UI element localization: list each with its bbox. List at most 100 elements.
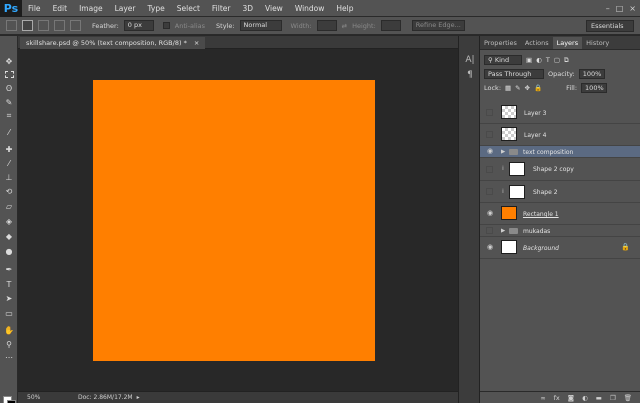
layer-name[interactable]: mukadas xyxy=(523,228,550,235)
add-selection-icon[interactable] xyxy=(38,20,49,31)
layer-row[interactable]: ⁞ Shape 2 copy xyxy=(480,158,640,181)
expand-arrow-icon[interactable]: ▶ xyxy=(501,228,505,234)
menu-layer[interactable]: Layer xyxy=(109,0,142,17)
lock-pixels-icon[interactable]: ✎ xyxy=(515,84,520,92)
dodge-tool-icon[interactable]: ● xyxy=(3,246,15,256)
smart-filter-icon[interactable]: ⧉ xyxy=(564,56,569,65)
layer-name[interactable]: Background xyxy=(523,245,559,252)
visibility-toggle[interactable] xyxy=(486,165,493,173)
width-input[interactable] xyxy=(316,20,337,31)
visibility-toggle[interactable] xyxy=(486,131,493,138)
fill-input[interactable]: 100% xyxy=(581,83,608,93)
eye-icon[interactable]: ◉ xyxy=(486,210,494,217)
layer-name[interactable]: Shape 2 xyxy=(533,189,558,196)
eye-icon[interactable]: ◉ xyxy=(486,148,494,155)
layer-style-icon[interactable]: fx xyxy=(554,394,560,402)
edit-toolbar-icon[interactable]: ⋯ xyxy=(3,352,15,362)
path-select-tool-icon[interactable]: ➤ xyxy=(3,293,15,303)
paragraph-panel-icon[interactable]: ¶ xyxy=(464,69,476,81)
eyedropper-tool-icon[interactable]: ⁄ xyxy=(3,127,15,137)
close-button[interactable]: × xyxy=(629,4,636,13)
type-tool-icon[interactable]: T xyxy=(3,279,15,289)
lock-position-icon[interactable]: ✥ xyxy=(525,84,530,92)
layer-name[interactable]: Shape 2 copy xyxy=(533,166,574,173)
maximize-button[interactable]: □ xyxy=(616,4,624,13)
layer-group-row[interactable]: ▶ mukadas xyxy=(480,225,640,237)
new-layer-icon[interactable]: ❐ xyxy=(610,394,616,402)
blur-tool-icon[interactable]: ◆ xyxy=(3,231,15,241)
menu-help[interactable]: Help xyxy=(330,0,359,17)
filter-kind-select[interactable]: ⚲ Kind xyxy=(484,55,522,65)
swap-icon[interactable]: ⇄ xyxy=(342,22,347,30)
tab-history[interactable]: History xyxy=(582,37,613,49)
height-input[interactable] xyxy=(380,20,401,31)
menu-filter[interactable]: Filter xyxy=(206,0,237,17)
blend-mode-select[interactable]: Pass Through xyxy=(484,69,544,79)
zoom-tool-icon[interactable]: ⚲ xyxy=(3,339,15,349)
feather-input[interactable]: 0 px xyxy=(123,20,154,31)
zoom-level[interactable]: 50% xyxy=(18,394,48,401)
menu-window[interactable]: Window xyxy=(289,0,331,17)
visibility-toggle[interactable] xyxy=(486,188,493,195)
status-arrow-icon[interactable]: ▸ xyxy=(137,394,140,401)
brush-tool-icon[interactable]: ⁄ xyxy=(3,158,15,168)
marquee-tool-icon[interactable] xyxy=(3,69,15,79)
eraser-tool-icon[interactable]: ▱ xyxy=(3,201,15,211)
layer-row[interactable]: ⁞ Shape 2 xyxy=(480,181,640,203)
clone-stamp-tool-icon[interactable]: ⊥ xyxy=(3,172,15,182)
minimize-button[interactable]: – xyxy=(606,4,610,13)
layer-row[interactable]: ◉ Rectangle 1 xyxy=(480,203,640,225)
add-mask-icon[interactable]: ◙ xyxy=(568,394,574,402)
orange-rectangle-artwork[interactable] xyxy=(93,80,375,361)
adjustment-layer-icon[interactable]: ◐ xyxy=(582,394,588,402)
menu-select[interactable]: Select xyxy=(171,0,206,17)
tab-actions[interactable]: Actions xyxy=(521,37,553,49)
document-info[interactable]: Doc: 2.86M/17.2M xyxy=(48,394,133,401)
antialias-checkbox[interactable] xyxy=(162,22,170,29)
intersect-selection-icon[interactable] xyxy=(70,20,81,31)
workspace-select[interactable]: Essentials xyxy=(586,20,634,32)
menu-view[interactable]: View xyxy=(259,0,289,17)
character-panel-icon[interactable]: A| xyxy=(464,54,476,66)
menu-type[interactable]: Type xyxy=(142,0,171,17)
tab-properties[interactable]: Properties xyxy=(480,37,521,49)
subtract-selection-icon[interactable] xyxy=(54,20,65,31)
lasso-tool-icon[interactable]: ʘ xyxy=(3,83,15,93)
opacity-input[interactable]: 100% xyxy=(578,69,605,79)
paint-bucket-tool-icon[interactable]: ◈ xyxy=(3,216,15,226)
adjustment-filter-icon[interactable]: ◐ xyxy=(536,56,542,64)
trash-icon[interactable]: 🗑 xyxy=(624,394,632,402)
layer-name[interactable]: Layer 4 xyxy=(524,132,546,139)
visibility-toggle[interactable] xyxy=(486,227,493,234)
refine-edge-button[interactable]: Refine Edge... xyxy=(411,20,465,31)
healing-tool-icon[interactable]: ✚ xyxy=(3,144,15,154)
expand-arrow-icon[interactable]: ▶ xyxy=(501,149,505,155)
hand-tool-icon[interactable]: ✋ xyxy=(3,325,15,335)
style-select[interactable]: Normal xyxy=(239,20,282,31)
tab-layers[interactable]: Layers xyxy=(552,37,583,49)
layer-name[interactable]: text composition xyxy=(523,149,573,156)
layer-row[interactable]: Layer 3 xyxy=(480,102,640,124)
pen-tool-icon[interactable]: ✒ xyxy=(3,264,15,274)
eye-icon[interactable]: ◉ xyxy=(486,244,494,251)
crop-tool-icon[interactable]: ⌗ xyxy=(3,111,15,121)
shape-filter-icon[interactable]: ▢ xyxy=(554,56,560,64)
marquee-preset-icon[interactable] xyxy=(6,20,17,31)
document-tab[interactable]: skillshare.psd @ 50% (text composition, … xyxy=(20,37,206,49)
link-layers-icon[interactable]: ∞ xyxy=(540,394,545,402)
lock-all-icon[interactable]: 🔒 xyxy=(534,84,542,92)
new-selection-icon[interactable] xyxy=(22,20,33,31)
menu-image[interactable]: Image xyxy=(73,0,109,17)
menu-3d[interactable]: 3D xyxy=(236,0,259,17)
visibility-toggle[interactable] xyxy=(486,109,493,116)
document-tab-close[interactable]: × xyxy=(194,39,199,47)
type-filter-icon[interactable]: T xyxy=(546,56,550,64)
quick-select-tool-icon[interactable]: ✎ xyxy=(3,97,15,107)
canvas-area[interactable] xyxy=(18,49,458,391)
layer-group-row[interactable]: ◉ ▶ text composition xyxy=(480,146,640,158)
shape-tool-icon[interactable]: ▭ xyxy=(3,308,15,318)
lock-transparent-icon[interactable]: ▦ xyxy=(505,84,511,92)
menu-file[interactable]: File xyxy=(22,0,47,17)
layer-row[interactable]: Layer 4 xyxy=(480,124,640,146)
menu-edit[interactable]: Edit xyxy=(47,0,74,17)
